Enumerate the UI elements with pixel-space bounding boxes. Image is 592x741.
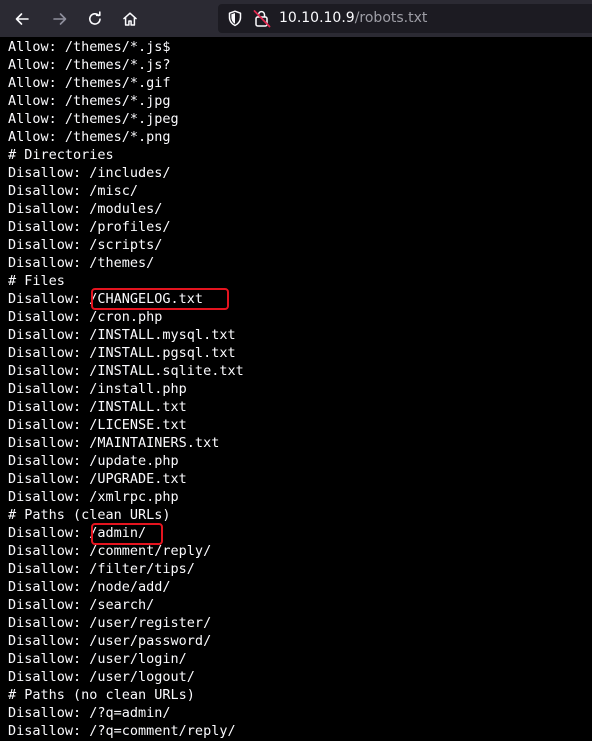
text-line: Disallow: /modules/ [8,201,163,217]
insecure-lock-icon[interactable] [253,9,271,28]
text-line: Disallow: /user/register/ [8,615,212,631]
text-line: Disallow: /UPGRADE.txt [8,471,187,487]
page-content: Allow: /themes/*.js$ Allow: /themes/*.js?… [0,37,592,741]
url-path: /robots.txt [354,10,428,26]
browser-toolbar: 10.10.10.9/robots.txt [0,0,592,37]
text-line: Allow: /themes/*.js$ [8,39,171,55]
text-line: Disallow: /themes/ [8,255,155,271]
text-line: Disallow: /INSTALL.mysql.txt [8,327,236,343]
forward-button[interactable] [47,6,73,32]
text-line: Disallow: /profiles/ [8,219,171,235]
text-line: Disallow: /update.php [8,453,179,469]
text-line: Disallow: /LICENSE.txt [8,417,187,433]
text-line: Disallow: /xmlrpc.php [8,489,179,505]
text-line: Disallow: /INSTALL.sqlite.txt [8,363,244,379]
text-line: Disallow: /INSTALL.pgsql.txt [8,345,236,361]
home-button[interactable] [117,6,143,32]
text-line: # Paths (clean URLs) [8,507,171,523]
arrow-left-icon [15,13,29,25]
back-button[interactable] [9,6,35,32]
text-line: Allow: /themes/*.gif [8,75,171,91]
robots-txt-text: Allow: /themes/*.js$ Allow: /themes/*.js?… [8,38,244,740]
text-line: Disallow: /node/add/ [8,579,171,595]
shield-icon[interactable] [227,10,243,27]
home-icon [123,12,137,26]
text-line: Disallow: /INSTALL.txt [8,399,187,415]
highlight-admin [91,523,163,545]
text-line: # Directories [8,147,114,163]
text-line: Allow: /themes/*.png [8,129,171,145]
url-text[interactable]: 10.10.10.9/robots.txt [279,10,427,27]
text-line: Disallow: /filter/tips/ [8,561,195,577]
highlight-changelog [91,288,229,310]
text-line: # Paths (no clean URLs) [8,687,195,703]
address-bar[interactable]: 10.10.10.9/robots.txt [218,4,592,33]
text-line: Allow: /themes/*.jpg [8,93,171,109]
text-line: Disallow: /install.php [8,381,187,397]
text-line: Disallow: /scripts/ [8,237,163,253]
text-line: Disallow: /misc/ [8,183,139,199]
reload-icon [89,11,101,25]
url-host: 10.10.10.9 [279,10,355,26]
text-line: Allow: /themes/*.js? [8,57,171,73]
text-line: Disallow: /includes/ [8,165,171,181]
arrow-right-icon [53,13,67,25]
reload-button[interactable] [82,6,108,32]
text-line: Disallow: /user/logout/ [8,669,195,685]
text-line: Disallow: /user/login/ [8,651,187,667]
text-line: Disallow: /?q=admin/ [8,705,171,721]
text-line: Disallow: /user/password/ [8,633,212,649]
text-line: Allow: /themes/*.jpeg [8,111,179,127]
text-line: Disallow: /?q=comment/reply/ [8,723,236,739]
text-line: Disallow: /search/ [8,597,155,613]
text-line: Disallow: /cron.php [8,309,163,325]
text-line: Disallow: /MAINTAINERS.txt [8,435,220,451]
